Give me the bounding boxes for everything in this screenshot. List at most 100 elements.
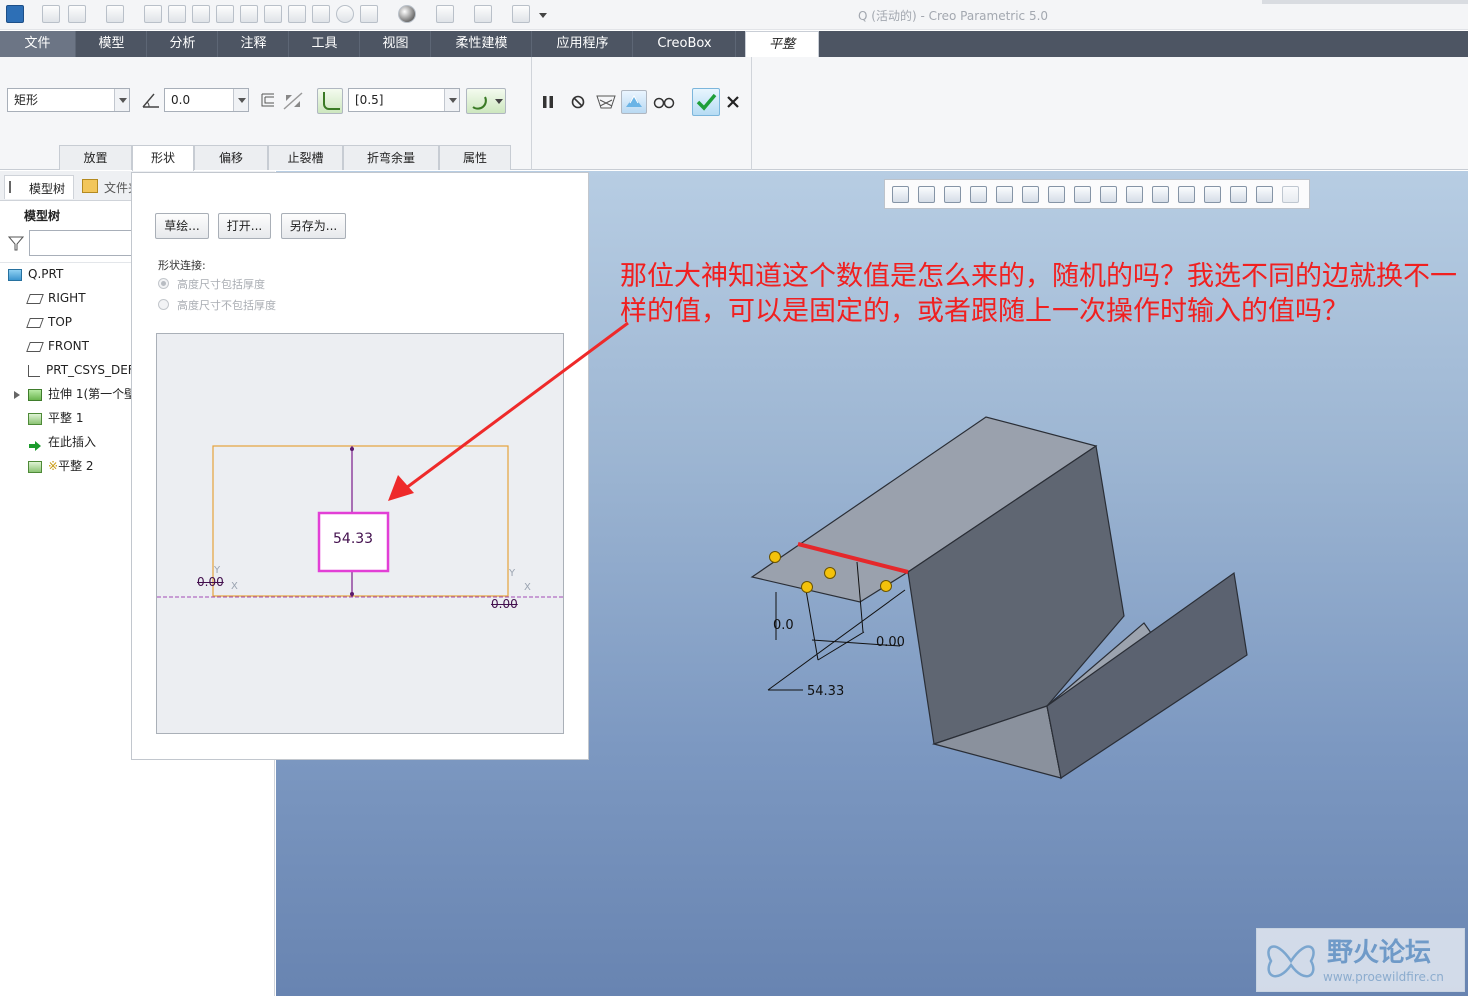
- perspective-icon[interactable]: [1074, 186, 1091, 203]
- radius-input[interactable]: [0.5]: [348, 88, 460, 112]
- tab-model-tree[interactable]: 模型树: [4, 175, 74, 199]
- display-style-icon[interactable]: [996, 186, 1013, 203]
- refit-icon[interactable]: [892, 186, 909, 203]
- open-button[interactable]: 打开...: [218, 213, 271, 239]
- tree-item-extrude[interactable]: 拉伸 1(第一个壁): [28, 383, 133, 405]
- app-menu-icon[interactable]: [6, 5, 24, 23]
- cancel-button[interactable]: [726, 95, 740, 109]
- sketch-dim-right[interactable]: 0.00: [491, 597, 518, 611]
- model-dim-height[interactable]: 54.33: [807, 684, 844, 699]
- angle-input[interactable]: 0.0: [164, 88, 249, 112]
- tree-item-csys[interactable]: PRT_CSYS_DEF: [28, 359, 133, 381]
- thickness-side-icon[interactable]: [259, 91, 277, 109]
- subtab-placement[interactable]: 放置: [59, 145, 132, 170]
- subtab-shape[interactable]: 形状: [132, 145, 194, 171]
- tab-flat[interactable]: 平整: [745, 31, 819, 57]
- preview-icon[interactable]: [595, 92, 617, 112]
- close-windows-icon[interactable]: [512, 5, 530, 23]
- shape-select-value: 矩形: [14, 93, 39, 107]
- axis-display-icon[interactable]: [1152, 186, 1169, 203]
- tree-filter-input[interactable]: [29, 230, 139, 256]
- sketch-button[interactable]: 草绘...: [155, 213, 209, 239]
- flip-icon[interactable]: [282, 91, 304, 111]
- tab-folder-browser[interactable]: 文件夹: [78, 175, 138, 199]
- point-display-icon[interactable]: [1178, 186, 1195, 203]
- glasses-icon[interactable]: [652, 92, 676, 112]
- sketch-dim-left[interactable]: 0.00: [197, 575, 224, 589]
- annotation-display-icon[interactable]: [1256, 186, 1273, 203]
- sketch-display-icon[interactable]: [1230, 186, 1247, 203]
- sketch-dim-height[interactable]: 54.33: [333, 531, 373, 547]
- radio-include-thickness-label: 高度尺寸包括厚度: [177, 278, 265, 291]
- expand-arrow-icon[interactable]: [13, 389, 21, 399]
- tree-item-part[interactable]: Q.PRT: [8, 263, 63, 285]
- backup-icon[interactable]: [264, 5, 282, 23]
- save-icon[interactable]: [216, 5, 234, 23]
- radio-exclude-thickness[interactable]: [158, 299, 169, 310]
- shape-select[interactable]: 矩形: [7, 88, 130, 112]
- spin-center-icon[interactable]: [1100, 186, 1117, 203]
- ribbon-tab-strip: 文件 模型 分析 注释 工具 视图 柔性建模 应用程序 CreoBox 平整: [0, 31, 1468, 57]
- ok-button[interactable]: [692, 88, 720, 116]
- new-icon[interactable]: [144, 5, 162, 23]
- blank-page-icon[interactable]: [192, 5, 210, 23]
- csys-display-icon[interactable]: [1204, 186, 1221, 203]
- watermark-title: 野火论坛: [1327, 938, 1432, 968]
- subtab-relief[interactable]: 止裂槽: [268, 145, 343, 170]
- tab-tools[interactable]: 工具: [290, 31, 360, 57]
- plane-display-icon[interactable]: [1126, 186, 1143, 203]
- window-switch-icon[interactable]: [474, 5, 492, 23]
- tree-item-front[interactable]: FRONT: [26, 335, 89, 357]
- tab-applications[interactable]: 应用程序: [533, 31, 633, 57]
- tree-item-insert-here[interactable]: 在此插入: [28, 431, 96, 453]
- filter-icon[interactable]: [7, 235, 25, 251]
- tab-flexible-modeling[interactable]: 柔性建模: [432, 31, 532, 57]
- rename-icon[interactable]: [288, 5, 306, 23]
- appearance-icon[interactable]: [398, 5, 416, 23]
- zoom-out-icon[interactable]: [944, 186, 961, 203]
- radio-include-thickness[interactable]: [158, 278, 169, 289]
- tab-analysis[interactable]: 分析: [148, 31, 218, 57]
- save-as-button[interactable]: 另存为...: [281, 213, 346, 239]
- view-manager-icon[interactable]: [1048, 186, 1065, 203]
- redo-icon[interactable]: [106, 5, 124, 23]
- chevron-down-icon: [444, 89, 459, 111]
- drag-handle: [824, 567, 836, 579]
- realtime-render-icon[interactable]: [1282, 186, 1299, 203]
- subtab-offset[interactable]: 偏移: [194, 145, 268, 170]
- circle-icon[interactable]: [336, 5, 354, 23]
- annotation-arrow: [388, 321, 629, 501]
- subtab-bend-allowance[interactable]: 折弯余量: [343, 145, 439, 170]
- tab-creobox[interactable]: CreoBox: [634, 31, 736, 57]
- ribbon-divider: [531, 57, 532, 170]
- tab-annotate[interactable]: 注释: [219, 31, 289, 57]
- tree-item-top[interactable]: TOP: [26, 311, 72, 333]
- tree-item-flat-2[interactable]: ※平整 2: [28, 455, 94, 477]
- tab-file[interactable]: 文件: [0, 31, 76, 57]
- part-icon: [8, 268, 22, 281]
- model-dim-zero-b[interactable]: 0.00: [876, 635, 905, 650]
- no-preview-icon[interactable]: [570, 94, 586, 110]
- tree-item-flat-1[interactable]: 平整 1: [28, 407, 83, 429]
- measure-icon[interactable]: [436, 5, 454, 23]
- window-title: Q (活动的) - Creo Parametric 5.0: [858, 9, 1049, 23]
- tab-view[interactable]: 视图: [361, 31, 431, 57]
- close-window-icon[interactable]: [312, 5, 330, 23]
- orient-icon[interactable]: [360, 5, 378, 23]
- customize-qat-icon[interactable]: [536, 5, 550, 23]
- zoom-in-icon[interactable]: [918, 186, 935, 203]
- bend-radius-icon[interactable]: [317, 88, 343, 114]
- regenerate-icon[interactable]: [42, 5, 60, 23]
- save-copy-icon[interactable]: [240, 5, 258, 23]
- bend-side-icon[interactable]: [466, 88, 506, 114]
- model-dim-zero-a[interactable]: 0.0: [773, 618, 794, 633]
- tree-item-right[interactable]: RIGHT: [26, 287, 86, 309]
- pause-icon[interactable]: [540, 94, 556, 110]
- open-icon[interactable]: [168, 5, 186, 23]
- undo-icon[interactable]: [68, 5, 86, 23]
- verify-icon[interactable]: [621, 90, 647, 114]
- saved-orientations-icon[interactable]: [1022, 186, 1039, 203]
- repaint-icon[interactable]: [970, 186, 987, 203]
- subtab-properties[interactable]: 属性: [439, 145, 511, 170]
- tab-model[interactable]: 模型: [77, 31, 147, 57]
